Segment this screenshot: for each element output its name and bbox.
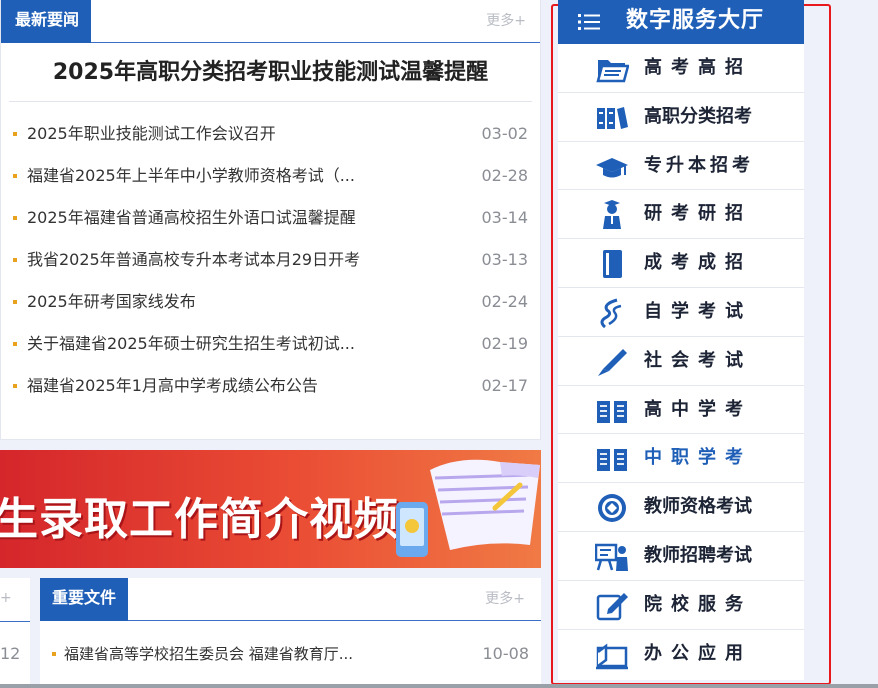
pen-icon: [598, 348, 627, 376]
bullet-icon: [13, 216, 17, 220]
news-item-title[interactable]: 关于福建省2025年硕士研究生招生考试初试...: [27, 323, 355, 365]
bullet-icon: [13, 132, 17, 136]
partial-more-link[interactable]: +: [0, 590, 12, 606]
hall-item-label: 专升本招考: [644, 154, 754, 176]
hall-item-gaokao[interactable]: 高考高招: [558, 44, 804, 93]
teacher-board-icon: [595, 543, 628, 571]
office-icon: [596, 643, 628, 669]
news-headline[interactable]: 2025年高职分类招考职业技能测试温馨提醒: [9, 44, 532, 102]
partial-item-date: 12: [0, 644, 21, 663]
swirl-logo-icon: [600, 298, 622, 328]
bullet-icon: [13, 342, 17, 346]
hall-item-label: 高中学考: [644, 398, 752, 420]
hall-item-label: 高考高招: [644, 57, 752, 78]
news-item-title[interactable]: 我省2025年普通高校专升本考试本月29日开考: [27, 239, 360, 281]
news-item-date: 02-24: [481, 292, 529, 311]
hall-title: 数字服务大厅: [626, 8, 765, 33]
hall-item-social-exam[interactable]: 社会考试: [558, 337, 804, 386]
hall-item-teacher-recruitment[interactable]: 教师招聘考试: [558, 532, 804, 581]
news-item[interactable]: 福建省2025年1月高中学考成绩公布公告 02-17: [13, 365, 528, 407]
menu-list-icon: [578, 14, 600, 30]
folder-icon: [596, 60, 629, 83]
news-item[interactable]: 2025年职业技能测试工作会议召开 03-02: [13, 113, 528, 155]
hall-item-postgraduate[interactable]: 研考研招: [558, 190, 804, 240]
files-item[interactable]: 福建省高等学校招生委员会 福建省教育厅... 10-08: [52, 634, 529, 674]
hall-item-label: 中职学考: [644, 447, 752, 469]
news-item[interactable]: 2025年福建省普通高校招生外语口试温馨提醒 03-14: [13, 197, 528, 239]
news-item-date: 03-13: [481, 250, 529, 269]
files-panel-header: 重要文件 更多+: [40, 578, 541, 621]
news-tab[interactable]: 最新要闻: [1, 0, 92, 43]
book-icon: [603, 250, 622, 279]
hall-item-label: 教师资格考试: [644, 496, 752, 518]
graduate-person-icon: [603, 200, 621, 230]
files-item-title[interactable]: 福建省高等学校招生委员会 福建省教育厅...: [64, 645, 353, 663]
hall-item-teacher-qualification[interactable]: 教师资格考试: [558, 483, 804, 532]
news-item[interactable]: 2025年研考国家线发布 02-24: [13, 281, 528, 323]
news-panel-header: 最新要闻 更多+: [1, 0, 540, 43]
news-panel: 最新要闻 更多+ 2025年高职分类招考职业技能测试温馨提醒 2025年职业技能…: [0, 0, 541, 440]
hall-item-vocational[interactable]: 高职分类招考: [558, 93, 804, 142]
paper-scroll-phone-illustration: [396, 459, 540, 557]
files-more-link[interactable]: 更多+: [485, 588, 525, 608]
hall-item-label: 研考研招: [644, 203, 752, 225]
hall-item-label: 自学考试: [644, 300, 752, 322]
hall-item-label: 社会考试: [644, 349, 752, 371]
bullet-icon: [13, 174, 17, 178]
news-item[interactable]: 关于福建省2025年硕士研究生招生考试初试... 02-19: [13, 323, 528, 365]
news-list: 2025年职业技能测试工作会议召开 03-02 福建省2025年上半年中小学教师资…: [13, 113, 528, 407]
hall-item-label: 高职分类招考: [644, 105, 752, 127]
news-item-date: 02-28: [481, 166, 529, 185]
files-list: 福建省高等学校招生委员会 福建省教育厅... 10-08: [52, 634, 529, 674]
hall-item-office-apps[interactable]: 办公应用: [558, 630, 804, 679]
books-icon: [597, 106, 628, 129]
bullet-icon: [52, 652, 56, 656]
news-item-date: 03-02: [481, 124, 529, 143]
hall-item-self-study[interactable]: 自学考试: [558, 288, 804, 337]
hall-item-institution-service[interactable]: 院校服务: [558, 581, 804, 630]
horizontal-scrollbar[interactable]: [0, 684, 878, 688]
hall-item-label: 成考成招: [644, 252, 752, 274]
news-item-title[interactable]: 2025年职业技能测试工作会议召开: [27, 113, 276, 155]
hall-header: 数字服务大厅: [558, 0, 804, 44]
news-item-title[interactable]: 福建省2025年1月高中学考成绩公布公告: [27, 365, 318, 407]
hall-item-label: 院校服务: [644, 593, 752, 615]
graduation-cap-icon: [596, 157, 628, 178]
news-item-title[interactable]: 福建省2025年上半年中小学教师资格考试（...: [27, 155, 355, 197]
news-more-link[interactable]: 更多+: [486, 10, 526, 30]
bullet-icon: [13, 258, 17, 262]
divider: [0, 621, 30, 622]
video-banner[interactable]: 生录取工作简介视频: [0, 450, 541, 568]
hall-item-secondary-vocational-exam[interactable]: 中职学考: [558, 434, 804, 484]
open-book-icon: [597, 449, 627, 472]
bullet-icon: [13, 384, 17, 388]
hall-item-label: 办公应用: [644, 642, 752, 664]
seal-icon: [598, 494, 626, 523]
bullet-icon: [13, 300, 17, 304]
news-item-title[interactable]: 2025年研考国家线发布: [27, 281, 196, 323]
hall-item-upgrade[interactable]: 专升本招考: [558, 142, 804, 191]
news-item-title[interactable]: 2025年福建省普通高校招生外语口试温馨提醒: [27, 197, 356, 239]
open-book-icon: [597, 400, 627, 423]
news-item-date: 02-17: [481, 376, 529, 395]
files-item-date: 10-08: [482, 644, 530, 663]
news-item-date: 02-19: [481, 334, 529, 353]
news-item-date: 03-14: [481, 208, 529, 227]
news-item[interactable]: 福建省2025年上半年中小学教师资格考试（... 02-28: [13, 155, 528, 197]
news-item[interactable]: 我省2025年普通高校专升本考试本月29日开考 03-13: [13, 239, 528, 281]
banner-text: 生录取工作简介视频: [0, 494, 399, 545]
edit-icon: [596, 592, 628, 621]
hall-item-adult-exam[interactable]: 成考成招: [558, 239, 804, 288]
hall-item-high-school-exam[interactable]: 高中学考: [558, 386, 804, 435]
partial-panel: + 12: [0, 578, 30, 688]
files-tab[interactable]: 重要文件: [40, 578, 129, 621]
important-files-panel: 重要文件 更多+ 福建省高等学校招生委员会 福建省教育厅... 10-08: [40, 578, 541, 688]
digital-service-hall: 数字服务大厅 高考高招 高职分类招考 专升本招考 研考研招 成考成招 自学考试 …: [558, 0, 804, 680]
hall-item-label: 教师招聘考试: [644, 544, 752, 566]
